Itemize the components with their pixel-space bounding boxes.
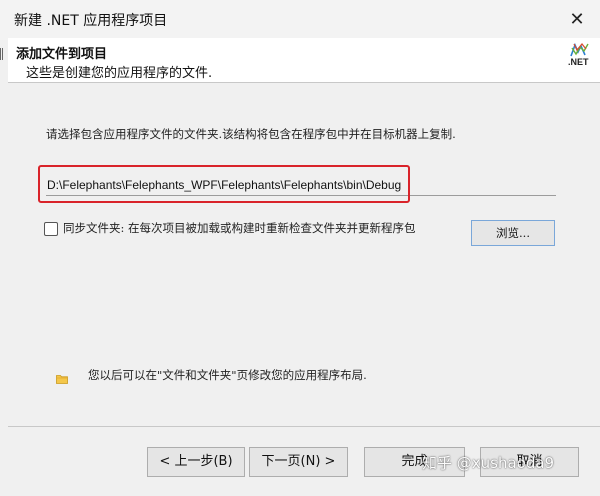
footer-divider — [8, 426, 600, 427]
sync-folder-checkbox[interactable] — [44, 222, 58, 236]
folder-icon — [56, 375, 68, 384]
instruction-text: 请选择包含应用程序文件的文件夹.该结构将包含在程序包中并在目标机器上复制. — [46, 127, 456, 141]
dotnet-logo-text: .NET — [568, 57, 589, 67]
window-title: 新建 .NET 应用程序项目 — [14, 13, 168, 29]
back-button[interactable]: < 上一步(B) — [147, 447, 245, 477]
title-bar: 新建 .NET 应用程序项目 ✕ — [0, 0, 600, 40]
dotnet-logo-graphic — [570, 42, 589, 57]
finish-button[interactable]: 完成 — [364, 447, 465, 477]
page-subtitle: 这些是创建您的应用程序的文件. — [26, 66, 213, 81]
layout-info-text: 您以后可以在"文件和文件夹"页修改您的应用程序布局. — [88, 368, 367, 382]
path-highlight-box — [38, 165, 410, 203]
page-title: 添加文件到项目 — [16, 47, 108, 62]
wizard-header: 添加文件到项目 这些是创建您的应用程序的文件. .NET — [8, 38, 600, 82]
dotnet-logo-icon: .NET — [568, 42, 592, 72]
edge-mark — [0, 48, 3, 60]
close-icon: ✕ — [569, 9, 585, 30]
left-edge — [0, 40, 8, 496]
cancel-button[interactable]: 取消 — [480, 447, 579, 477]
header-divider — [8, 82, 600, 83]
sync-folder-label: 同步文件夹: 在每次项目被加载或构建时重新检查文件夹并更新程序包 — [63, 221, 416, 235]
next-button[interactable]: 下一页(N) > — [249, 447, 348, 477]
close-button[interactable]: ✕ — [566, 9, 588, 31]
browse-button[interactable]: 浏览... — [471, 220, 555, 246]
